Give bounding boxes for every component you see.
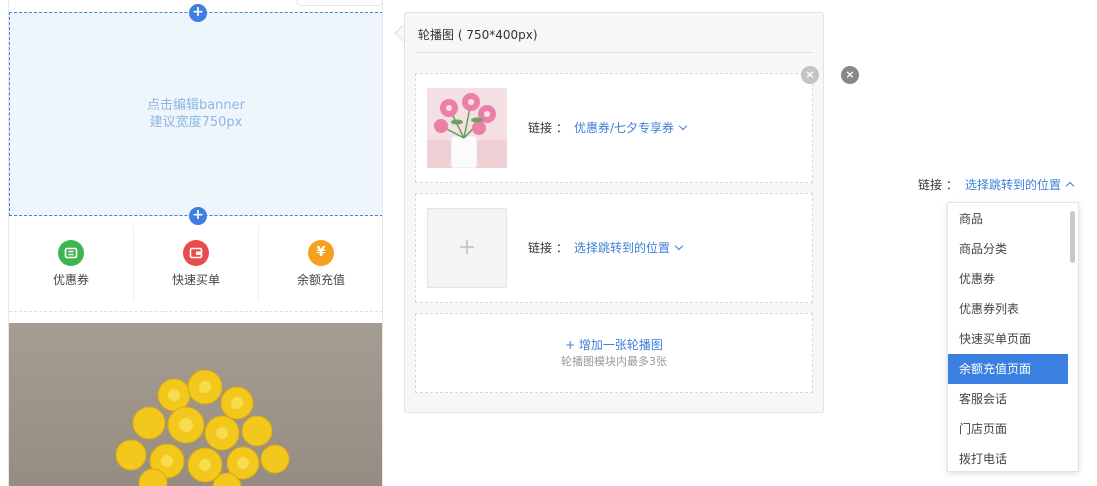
slide-card-1: 链接 ： 优惠券/七夕专享券 <box>415 73 813 183</box>
add-slide-label: + 增加一张轮播图 <box>565 337 663 352</box>
slide-link-select[interactable]: 优惠券/七夕专享券 <box>574 119 688 136</box>
daffodil-image <box>9 323 382 486</box>
banner-hint-line2: 建议宽度750px <box>149 115 243 130</box>
link-select-value: 选择跳转到的位置 <box>965 178 1062 192</box>
chevron-up-icon <box>1065 181 1075 191</box>
slide-link-label: 链接 ： <box>528 241 568 255</box>
nav-item-recharge[interactable]: ¥ 余额充值 <box>258 226 382 301</box>
menu-item-product-category[interactable]: 商品分类 <box>948 234 1068 264</box>
slide-link-value: 优惠券/七夕专享券 <box>574 121 675 135</box>
add-slide-button[interactable]: + 增加一张轮播图 轮播图模块内最多3张 <box>415 313 813 393</box>
link-label: 链接 ： <box>918 178 958 192</box>
nav-item-coupon[interactable]: 优惠券 <box>9 226 133 301</box>
add-module-above-button[interactable]: + <box>189 4 207 22</box>
dropdown-scrollbar[interactable] <box>1070 211 1075 263</box>
menu-item-quick-pay-page[interactable]: 快速买单页面 <box>948 324 1068 354</box>
divider <box>415 52 813 53</box>
slide-link-select[interactable]: 选择跳转到的位置 <box>574 239 684 256</box>
coupon-icon <box>58 239 84 266</box>
nav-label: 优惠券 <box>52 272 89 287</box>
slide-card-2: + 链接 ： 选择跳转到的位置 <box>415 193 813 303</box>
menu-item-product[interactable]: 商品 <box>948 204 1068 234</box>
close-icon[interactable]: × <box>801 66 819 84</box>
link-dropdown-menu: 商品 商品分类 优惠券 优惠券列表 快速买单页面 余额充值页面 客服会话 门店页… <box>947 202 1079 472</box>
upload-image-button[interactable]: + <box>427 208 507 288</box>
nav-item-quick-pay[interactable]: 快速买单 <box>133 226 258 301</box>
menu-item-coupon[interactable]: 优惠券 <box>948 264 1068 294</box>
slide-link-value: 选择跳转到的位置 <box>574 241 671 255</box>
menu-item-phone-call[interactable]: 拨打电话 <box>948 444 1068 471</box>
wallet-icon <box>183 239 209 266</box>
menu-item-store-page[interactable]: 门店页面 <box>948 414 1068 444</box>
menu-item-recharge-page[interactable]: 余额充值页面 <box>948 354 1068 384</box>
banner-hint-line1: 点击编辑banner <box>146 98 246 113</box>
slide-link-label: 链接 ： <box>528 121 568 135</box>
nav-module: 优惠券 快速买单 ¥ 余额充值 <box>9 216 382 312</box>
preview-top-tab <box>297 0 383 6</box>
chevron-down-icon <box>674 241 684 251</box>
nav-label: 快速买单 <box>171 272 220 287</box>
yen-icon: ¥ <box>308 239 334 266</box>
link-select[interactable]: 选择跳转到的位置 <box>965 176 1075 193</box>
phone-preview: 点击编辑banner 建议宽度750px 优惠券 快速买单 ¥ 余额充值 <box>8 0 383 486</box>
chevron-down-icon <box>678 121 688 131</box>
menu-item-customer-service[interactable]: 客服会话 <box>948 384 1068 414</box>
lily-thumbnail[interactable] <box>427 88 507 169</box>
menu-item-coupon-list[interactable]: 优惠券列表 <box>948 294 1068 324</box>
add-slide-hint: 轮播图模块内最多3张 <box>561 354 667 368</box>
panel-title: 轮播图 ( 750*400px) <box>418 28 538 42</box>
close-icon[interactable]: × <box>841 66 859 84</box>
banner-placeholder[interactable]: 点击编辑banner 建议宽度750px <box>9 12 382 216</box>
carousel-editor-panel: 轮播图 ( 750*400px) 链接 ： 优惠券/七夕专享券 + 链接 ： 选… <box>404 12 824 413</box>
add-module-below-button[interactable]: + <box>189 207 207 225</box>
nav-label: 余额充值 <box>296 272 345 287</box>
